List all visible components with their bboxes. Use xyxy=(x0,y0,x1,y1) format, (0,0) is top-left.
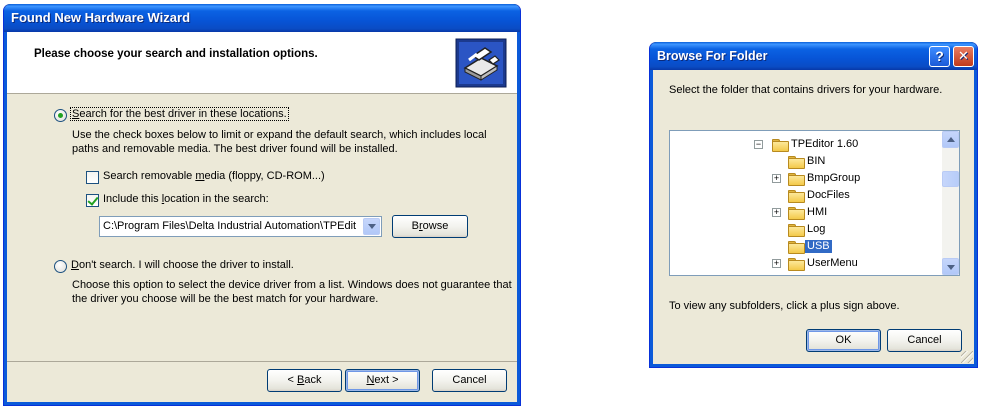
close-icon[interactable]: ✕ xyxy=(953,46,974,67)
browse-title-bar[interactable]: Browse For Folder ? ✕ xyxy=(650,42,977,70)
tree-item-bin[interactable]: BIN xyxy=(670,153,942,170)
scroll-down-icon[interactable] xyxy=(942,258,959,275)
browse-instruction: Select the folder that contains drivers … xyxy=(669,84,943,96)
tree-item-docfiles[interactable]: DocFiles xyxy=(670,187,942,204)
browse-cancel-button[interactable]: Cancel xyxy=(887,329,962,352)
tree-item-label: DocFiles xyxy=(807,189,850,201)
tree-item-label: HMI xyxy=(807,206,828,218)
resize-grip-icon[interactable] xyxy=(961,351,973,363)
search-best-driver-label[interactable]: Search for the best driver in these loca… xyxy=(70,107,289,121)
search-removable-media-label[interactable]: Search removable media (floppy, CD-ROM..… xyxy=(103,170,325,182)
include-location-label[interactable]: Include this location in the search: xyxy=(103,193,269,205)
dont-search-radio[interactable] xyxy=(54,260,67,273)
folder-icon xyxy=(772,139,789,152)
folder-icon xyxy=(788,190,805,203)
browse-button[interactable]: Browse xyxy=(392,215,468,238)
folder-icon xyxy=(788,258,805,271)
folder-icon xyxy=(788,241,805,254)
tree-item-tpeditor[interactable]: − TPEditor 1.60 xyxy=(670,136,942,153)
hardware-installer-icon xyxy=(455,38,507,88)
expander-icon[interactable]: + xyxy=(772,208,781,217)
expander-icon[interactable]: − xyxy=(754,140,763,149)
expander-icon[interactable]: + xyxy=(772,174,781,183)
wizard-title-bar[interactable]: Found New Hardware Wizard xyxy=(4,4,520,32)
tree-item-label: BIN xyxy=(807,155,826,167)
help-icon[interactable]: ? xyxy=(929,46,950,67)
back-button[interactable]: < Back xyxy=(267,369,342,392)
dont-search-description: Choose this option to select the device … xyxy=(72,279,512,305)
scroll-thumb[interactable] xyxy=(942,171,959,187)
location-combo[interactable]: C:\Program Files\Delta Industrial Automa… xyxy=(99,216,382,237)
tree-item-label: BmpGroup xyxy=(807,172,861,184)
tree-vertical-scrollbar[interactable] xyxy=(942,131,959,275)
next-button[interactable]: Next > xyxy=(345,369,420,392)
search-removable-media-checkbox[interactable] xyxy=(86,171,99,184)
scroll-up-icon[interactable] xyxy=(942,131,959,148)
wizard-header-title: Please choose your search and installati… xyxy=(34,48,318,60)
search-best-driver-radio[interactable] xyxy=(54,109,67,122)
tree-item-hmi[interactable]: + HMI xyxy=(670,204,942,221)
include-location-checkbox[interactable] xyxy=(86,194,99,207)
wizard-cancel-button[interactable]: Cancel xyxy=(432,369,507,392)
tree-item-label: TPEditor 1.60 xyxy=(791,138,859,150)
folder-icon xyxy=(788,173,805,186)
browse-hint: To view any subfolders, click a plus sig… xyxy=(669,300,900,312)
location-value: C:\Program Files\Delta Industrial Automa… xyxy=(103,220,357,232)
tree-item-label: Log xyxy=(807,223,826,235)
search-description: Use the check boxes below to limit or ex… xyxy=(72,129,487,155)
folder-icon xyxy=(788,224,805,237)
wizard-header: Please choose your search and installati… xyxy=(7,32,517,94)
tree-item-label: USB xyxy=(805,240,832,253)
browse-for-folder-dialog: Browse For Folder ? ✕ Select the folder … xyxy=(649,42,978,368)
browse-title: Browse For Folder xyxy=(657,49,768,63)
chevron-down-icon[interactable] xyxy=(363,218,380,235)
tree-item-label: UserMenu xyxy=(807,257,858,269)
folder-icon xyxy=(788,156,805,169)
found-new-hardware-wizard: Found New Hardware Wizard Please choose … xyxy=(3,4,521,406)
folder-tree[interactable]: − TPEditor 1.60 BIN + BmpGroup DocFiles … xyxy=(669,130,960,276)
folder-icon xyxy=(788,207,805,220)
wizard-title: Found New Hardware Wizard xyxy=(11,10,191,25)
dont-search-label[interactable]: Don't search. I will choose the driver t… xyxy=(71,259,294,271)
ok-button[interactable]: OK xyxy=(806,329,881,352)
tree-item-bmpgroup[interactable]: + BmpGroup xyxy=(670,170,942,187)
tree-item-log[interactable]: Log xyxy=(670,221,942,238)
tree-item-usermenu[interactable]: + UserMenu xyxy=(670,255,942,272)
tree-item-usb[interactable]: USB xyxy=(670,238,942,255)
expander-icon[interactable]: + xyxy=(772,259,781,268)
